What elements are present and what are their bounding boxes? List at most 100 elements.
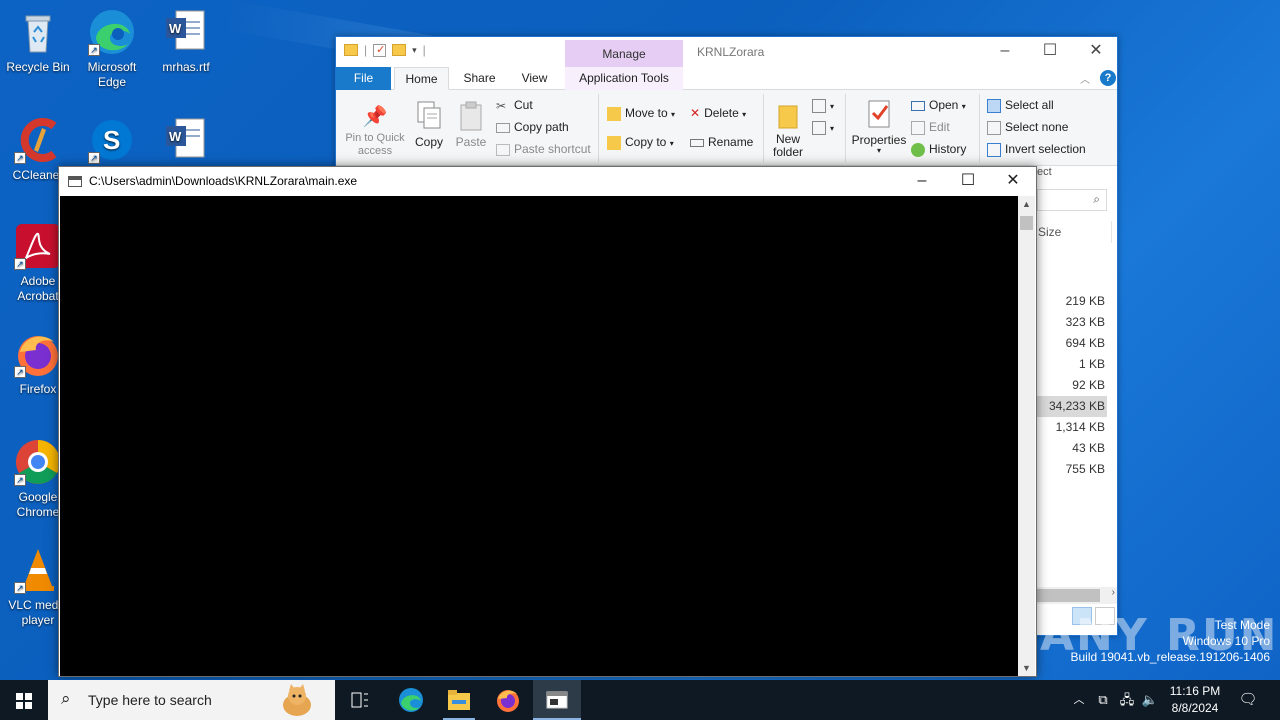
console-close-icon[interactable]: ✕ xyxy=(990,167,1036,196)
copy-icon xyxy=(417,101,441,129)
taskbar-file-explorer-button[interactable] xyxy=(435,680,483,720)
file-size-cell[interactable]: 1 KB xyxy=(1037,354,1107,375)
explorer-title-bar: | ✓ ▾ | Manage KRNLZorara – ☐ ✕ xyxy=(336,37,1117,67)
tray-overflow-chevron-icon[interactable]: ︿ xyxy=(1070,680,1088,720)
move-to-button[interactable]: Move to ▾ xyxy=(607,106,675,121)
scroll-right-arrow-icon[interactable]: › xyxy=(1112,587,1115,598)
file-size-cell[interactable]: 755 KB xyxy=(1037,459,1107,480)
svg-text:W: W xyxy=(169,21,182,36)
task-view-button[interactable] xyxy=(336,680,384,720)
desktop-icon-recycle-bin[interactable]: Recycle Bin xyxy=(0,8,76,75)
notifications-icon[interactable]: 🗨 xyxy=(1234,680,1262,720)
edit-button[interactable]: Edit xyxy=(911,120,950,135)
history-button[interactable]: History xyxy=(911,142,966,157)
column-header-size[interactable]: Size xyxy=(1037,221,1112,243)
desktop-icon-label: CCleaner xyxy=(12,168,64,182)
console-minimize-icon[interactable]: – xyxy=(899,167,945,196)
help-icon[interactable]: ? xyxy=(1100,70,1116,86)
cut-button[interactable]: ✂ Cut xyxy=(496,98,533,113)
taskbar-edge-button[interactable] xyxy=(387,680,435,720)
tab-view[interactable]: View xyxy=(507,67,562,90)
maximize-icon[interactable]: ☐ xyxy=(1027,37,1073,67)
copy-button[interactable]: Copy xyxy=(411,100,447,149)
paste-button[interactable]: Paste xyxy=(453,100,489,149)
console-maximize-icon[interactable]: ☐ xyxy=(945,167,991,196)
copy-to-icon xyxy=(607,135,621,150)
qat-divider: | xyxy=(422,43,426,57)
properties-button[interactable]: Properties ▾ xyxy=(851,98,907,155)
console-title-bar: C:\Users\admin\Downloads\KRNLZorara\main… xyxy=(59,167,1036,196)
file-size-cell[interactable]: 219 KB xyxy=(1037,291,1107,312)
invert-selection-button[interactable]: Invert selection xyxy=(987,142,1086,157)
ribbon-separator xyxy=(845,94,846,162)
console-title: C:\Users\admin\Downloads\KRNLZorara\main… xyxy=(89,174,358,188)
new-folder-icon xyxy=(778,105,798,129)
paste-shortcut-button[interactable]: Paste shortcut xyxy=(496,142,591,156)
new-folder-button[interactable]: New folder xyxy=(769,98,807,159)
console-vertical-scrollbar[interactable]: ▲ ▼ xyxy=(1018,196,1035,676)
close-icon[interactable]: ✕ xyxy=(1073,37,1119,67)
console-output-area[interactable] xyxy=(60,196,1019,676)
easy-access-icon[interactable]: ▾ xyxy=(812,120,834,135)
start-button[interactable] xyxy=(0,680,48,720)
qat-dropdown-icon[interactable]: ▾ xyxy=(412,45,417,56)
properties-check-icon[interactable]: ✓ xyxy=(373,43,387,57)
taskbar-console-button[interactable] xyxy=(533,680,581,720)
tab-file[interactable]: File xyxy=(336,67,391,90)
collapse-ribbon-icon[interactable]: ︿ xyxy=(1080,71,1090,86)
tab-share[interactable]: Share xyxy=(452,67,507,90)
watermark-line: Test Mode xyxy=(1214,618,1270,632)
taskbar-clock[interactable]: 11:16 PM 8/8/2024 xyxy=(1160,683,1230,717)
rename-button[interactable]: Rename xyxy=(690,135,753,149)
console-window: C:\Users\admin\Downloads\KRNLZorara\main… xyxy=(58,166,1037,677)
file-size-cell[interactable]: 323 KB xyxy=(1037,312,1107,333)
taskbar-firefox-button[interactable] xyxy=(484,680,532,720)
pin-to-quick-access-button[interactable]: 📌 Pin to Quick access xyxy=(342,104,408,158)
ribbon-separator xyxy=(979,94,980,162)
file-size-cell[interactable]: 92 KB xyxy=(1037,375,1107,396)
copy-to-button[interactable]: Copy to ▾ xyxy=(607,135,674,150)
firefox-icon: ↗ xyxy=(14,330,62,378)
shortcut-arrow-icon: ↗ xyxy=(88,152,100,164)
scissors-icon: ✂ xyxy=(496,98,507,113)
select-none-button[interactable]: Select none xyxy=(987,120,1068,135)
horizontal-scrollbar[interactable]: › xyxy=(1037,587,1117,604)
minimize-icon[interactable]: – xyxy=(982,37,1028,67)
scroll-up-arrow-icon[interactable]: ▲ xyxy=(1018,196,1035,212)
desktop-icon-skype[interactable]: S ↗ xyxy=(74,116,150,168)
file-size-cell[interactable]: 43 KB xyxy=(1037,438,1107,459)
scrollbar-thumb[interactable] xyxy=(1037,589,1100,602)
desktop-icon-edge[interactable]: ↗ Microsoft Edge xyxy=(74,8,150,90)
new-folder-icon[interactable] xyxy=(392,44,407,56)
scrollbar-thumb[interactable] xyxy=(1020,216,1033,230)
context-tab-manage: Manage xyxy=(565,40,683,67)
file-size-cell-selected[interactable]: 34,233 KB xyxy=(1037,396,1107,417)
taskbar-search-box[interactable]: ⌕ Type here to search xyxy=(48,680,335,720)
copy-path-button[interactable]: Copy path xyxy=(496,120,569,134)
folder-icon[interactable] xyxy=(344,44,358,56)
move-to-icon xyxy=(607,106,621,121)
svg-text:W: W xyxy=(169,129,182,144)
desktop-icon-word-doc[interactable]: W xyxy=(148,116,224,168)
paste-icon xyxy=(460,101,482,131)
select-all-button[interactable]: Select all xyxy=(987,98,1054,113)
delete-button[interactable]: ✕ Delete ▾ xyxy=(690,106,746,120)
tab-home[interactable]: Home xyxy=(394,67,449,90)
search-icon: ⌕ xyxy=(1093,192,1100,206)
task-view-icon xyxy=(351,692,368,708)
vlc-icon: ↗ xyxy=(14,546,62,594)
tab-application-tools[interactable]: Application Tools xyxy=(565,67,683,90)
desktop-icon-mrhas-rtf[interactable]: W mrhas.rtf xyxy=(148,8,224,75)
shortcut-arrow-icon: ↗ xyxy=(14,582,26,594)
open-button[interactable]: Open ▾ xyxy=(911,98,966,112)
tray-network-devices-icon[interactable]: ⧉ xyxy=(1094,680,1112,720)
file-size-cell[interactable]: 694 KB xyxy=(1037,333,1107,354)
search-box[interactable]: ⌕ xyxy=(1037,189,1107,211)
word-document-icon: W xyxy=(162,8,210,56)
file-size-cell[interactable]: 1,314 KB xyxy=(1037,417,1107,438)
ccleaner-icon: ↗ xyxy=(14,116,62,164)
scroll-down-arrow-icon[interactable]: ▼ xyxy=(1018,660,1035,676)
new-item-icon[interactable]: ▾ xyxy=(812,98,834,113)
volume-icon[interactable]: 🔈 xyxy=(1140,680,1160,720)
network-icon[interactable]: 🖧 xyxy=(1117,680,1137,720)
